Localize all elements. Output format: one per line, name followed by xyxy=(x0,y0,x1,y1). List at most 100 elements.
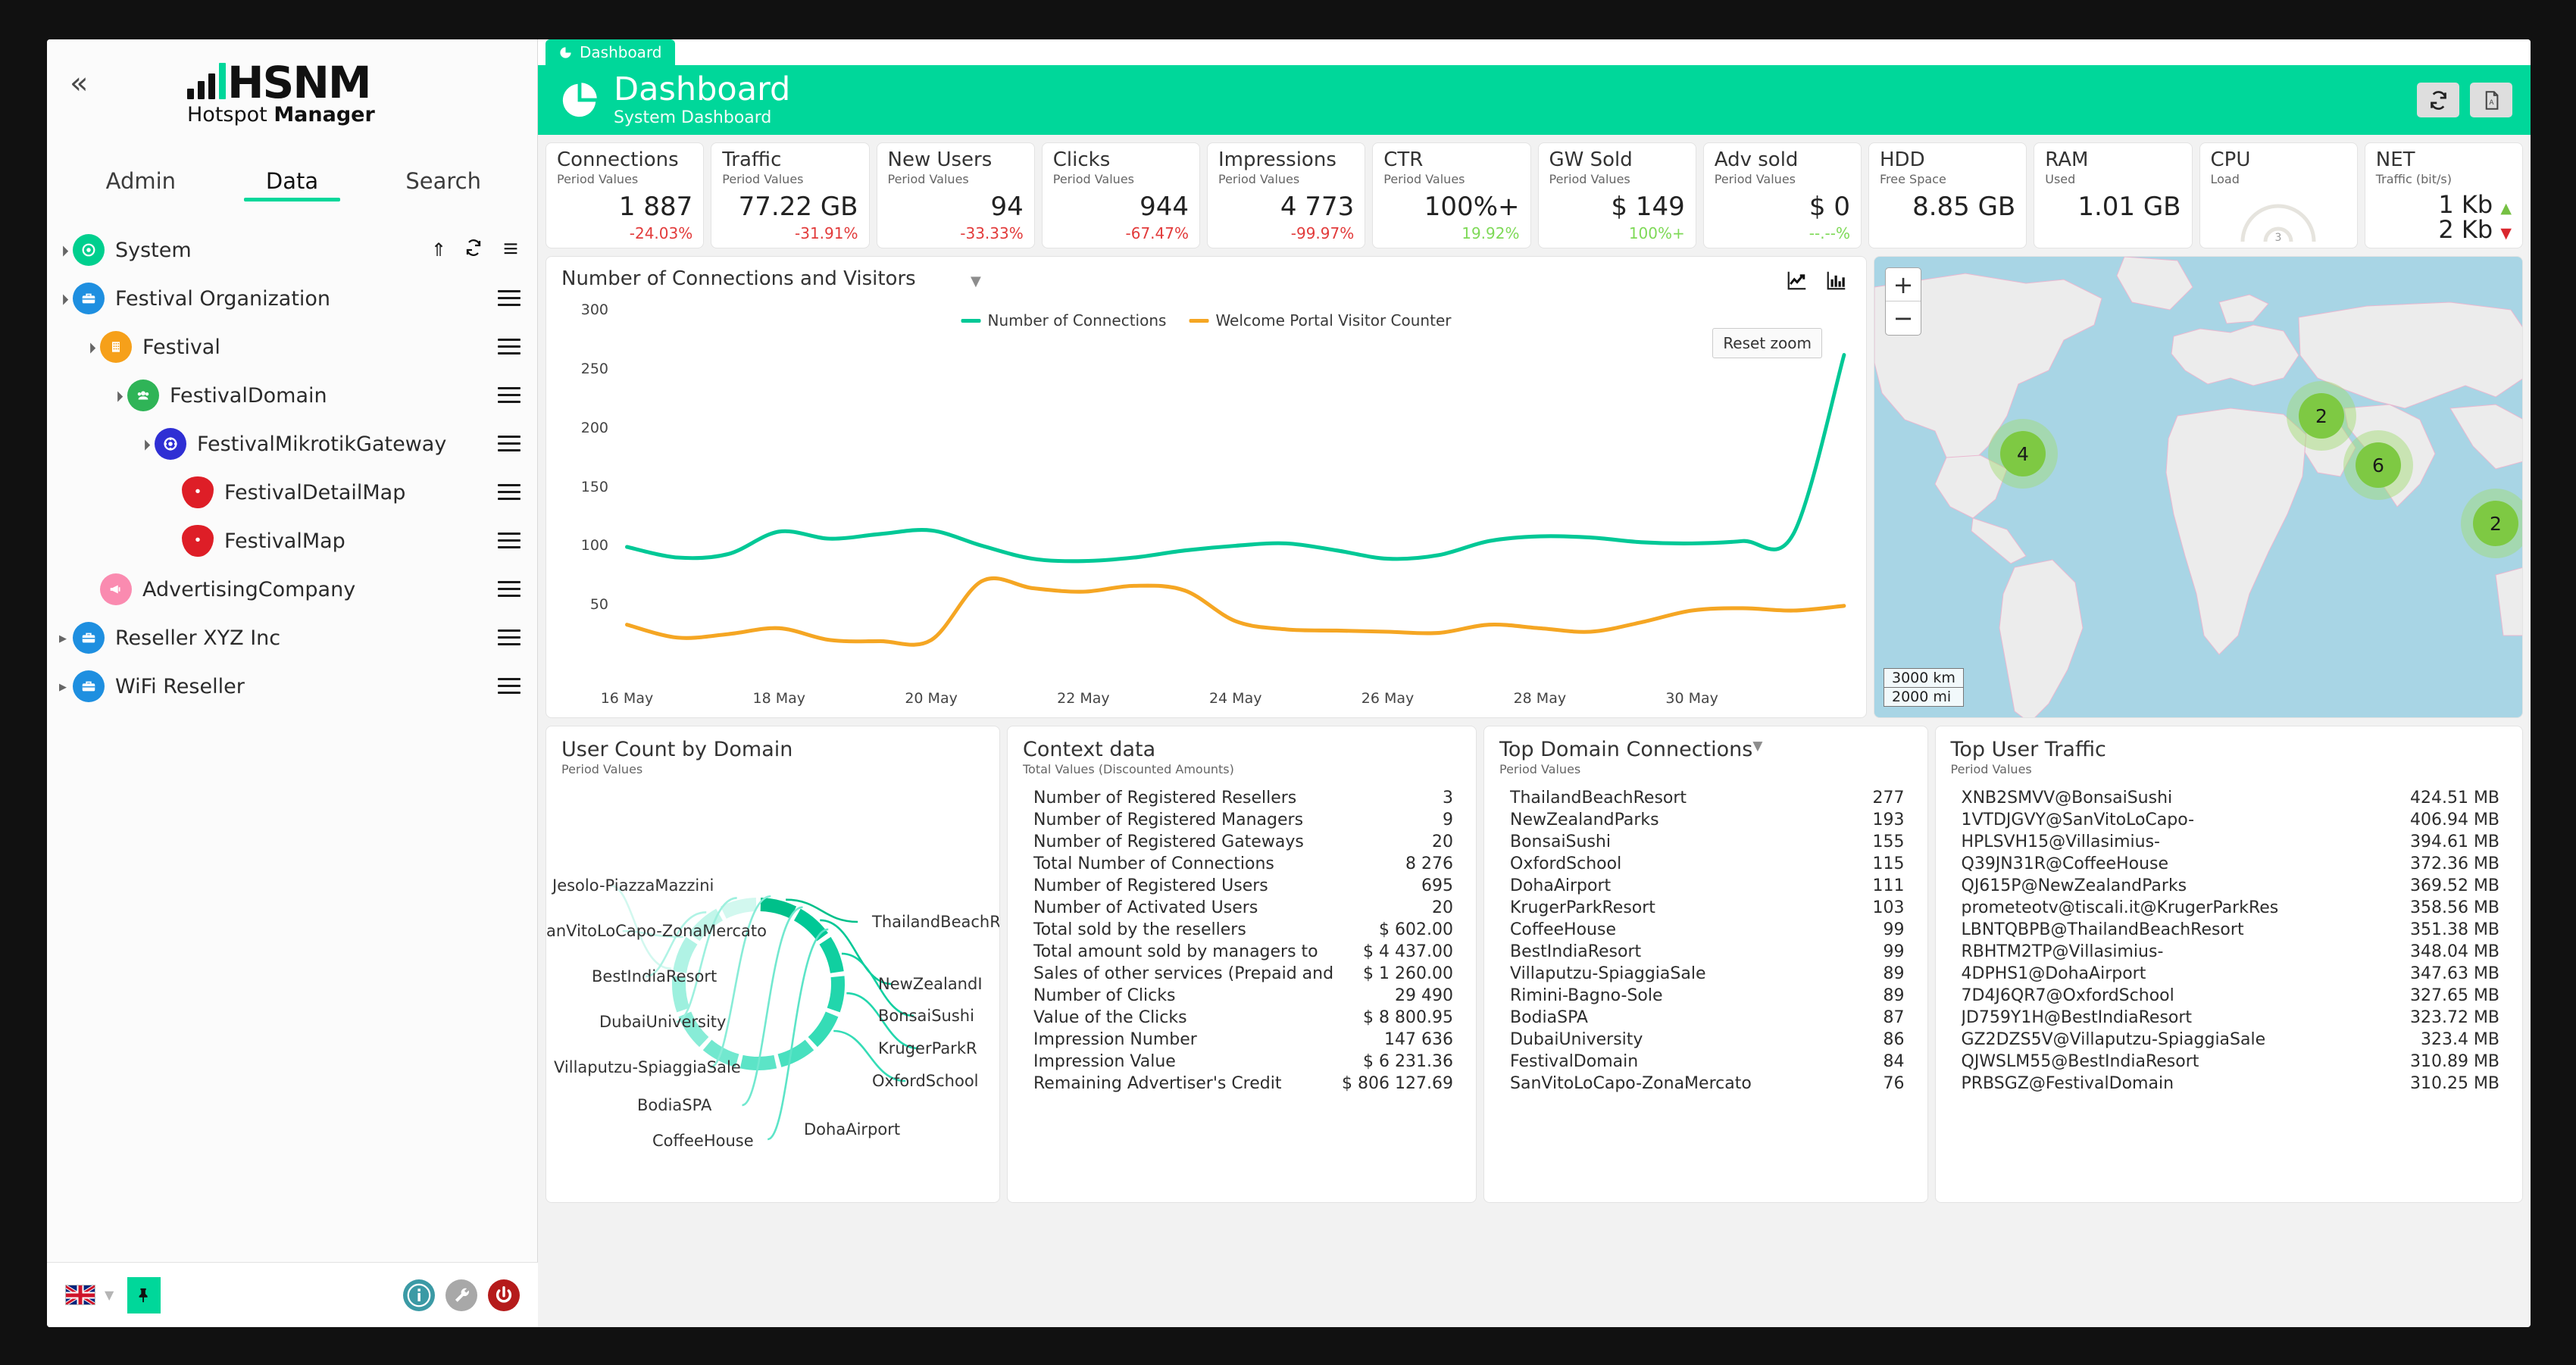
tree-node-menu-icon[interactable] xyxy=(498,629,521,646)
top-user-row[interactable]: XNB2SMVV@BonsaiSushi424.51 MB xyxy=(1951,787,2508,809)
expand-caret-icon[interactable] xyxy=(53,243,73,257)
collapse-all-icon[interactable]: ⇑ xyxy=(431,239,446,261)
tree-node-festivalmikrotikgateway[interactable]: FestivalMikrotikGateway xyxy=(47,420,537,468)
context-data-row[interactable]: Number of Activated Users20 xyxy=(1023,897,1461,919)
kpi-card-new-users[interactable]: New UsersPeriod Values94-33.33% xyxy=(877,142,1035,248)
map-cluster-marker[interactable]: 6 xyxy=(2356,442,2401,488)
tree-menu-icon[interactable] xyxy=(501,239,521,261)
panel-dropdown-caret-icon[interactable]: ▼ xyxy=(1752,739,1762,754)
tree-node-festivaldetailmap[interactable]: FestivalDetailMap xyxy=(47,468,537,517)
tree-node-festivaldomain[interactable]: FestivalDomain xyxy=(47,371,537,420)
expand-caret-icon[interactable] xyxy=(53,679,73,693)
tree-node-menu-icon[interactable] xyxy=(498,387,521,404)
kpi-card-net[interactable]: NETTraffic (bit/s)1 Kb ▲2 Kb ▼ xyxy=(2365,142,2523,248)
context-data-row[interactable]: Total amount sold by managers to$ 4 437.… xyxy=(1023,941,1461,963)
refresh-button[interactable] xyxy=(2417,83,2459,117)
world-map-card[interactable]: + − 42624 3000 km 2000 mi xyxy=(1874,256,2523,718)
top-user-row[interactable]: QJ615P@NewZealandParks369.52 MB xyxy=(1951,875,2508,897)
context-data-row[interactable]: Number of Clicks29 490 xyxy=(1023,985,1461,1007)
context-data-row[interactable]: Remaining Advertiser's Credit$ 806 127.6… xyxy=(1023,1073,1461,1095)
refresh-tree-icon[interactable] xyxy=(464,239,483,261)
top-domain-row[interactable]: SanVitoLoCapo-ZonaMercato76 xyxy=(1499,1073,1912,1095)
expand-caret-icon[interactable] xyxy=(53,292,73,305)
top-domain-row[interactable]: DohaAirport111 xyxy=(1499,875,1912,897)
info-button[interactable] xyxy=(403,1279,435,1311)
tree-node-menu-icon[interactable] xyxy=(498,484,521,501)
tree-node-festival[interactable]: Festival xyxy=(47,323,537,371)
tab-data[interactable]: Data xyxy=(217,168,368,201)
expand-caret-icon[interactable] xyxy=(108,389,127,402)
collapse-sidebar-icon[interactable]: « xyxy=(70,68,88,98)
expand-caret-icon[interactable] xyxy=(135,437,155,451)
tree-node-menu-icon[interactable] xyxy=(498,339,521,355)
top-user-row[interactable]: LBNTQBPB@ThailandBeachResort351.38 MB xyxy=(1951,919,2508,941)
page-tab-dashboard[interactable]: Dashboard xyxy=(546,39,675,65)
top-domain-row[interactable]: NewZealandParks193 xyxy=(1499,809,1912,831)
tree-node-festival-organization[interactable]: Festival Organization xyxy=(47,274,537,323)
context-data-row[interactable]: Number of Registered Resellers3 xyxy=(1023,787,1461,809)
top-user-row[interactable]: JD759Y1H@BestIndiaResort323.72 MB xyxy=(1951,1007,2508,1029)
context-data-row[interactable]: Number of Registered Managers9 xyxy=(1023,809,1461,831)
export-pdf-button[interactable]: A xyxy=(2470,83,2512,117)
top-domain-row[interactable]: OxfordSchool115 xyxy=(1499,853,1912,875)
top-user-row[interactable]: Q39JN31R@CoffeeHouse372.36 MB xyxy=(1951,853,2508,875)
top-domain-row[interactable]: BonsaiSushi155 xyxy=(1499,831,1912,853)
context-data-row[interactable]: Number of Registered Users695 xyxy=(1023,875,1461,897)
chart-plot-area[interactable]: 5010015020025030016 May18 May20 May22 Ma… xyxy=(546,287,1866,717)
map-cluster-marker[interactable]: 4 xyxy=(2000,431,2046,476)
context-data-row[interactable]: Sales of other services (Prepaid and$ 1 … xyxy=(1023,963,1461,985)
tree-node-advertisingcompany[interactable]: AdvertisingCompany xyxy=(47,565,537,614)
top-user-row[interactable]: RBHTM2TP@Villasimius-348.04 MB xyxy=(1951,941,2508,963)
tree-node-wifi-reseller[interactable]: WiFi Reseller xyxy=(47,662,537,711)
settings-button[interactable] xyxy=(445,1279,477,1311)
pin-sidebar-button[interactable] xyxy=(127,1277,161,1313)
context-data-row[interactable]: Impression Value$ 6 231.36 xyxy=(1023,1051,1461,1073)
kpi-card-ctr[interactable]: CTRPeriod Values100%+19.92% xyxy=(1372,142,1530,248)
kpi-card-impressions[interactable]: ImpressionsPeriod Values4 773-99.97% xyxy=(1207,142,1365,248)
top-domain-row[interactable]: BestIndiaResort99 xyxy=(1499,941,1912,963)
top-domain-row[interactable]: Villaputzu-SpiaggiaSale89 xyxy=(1499,963,1912,985)
top-domain-row[interactable]: KrugerParkResort103 xyxy=(1499,897,1912,919)
tree-node-menu-icon[interactable] xyxy=(498,436,521,452)
context-data-row[interactable]: Total Number of Connections8 276 xyxy=(1023,853,1461,875)
top-user-row[interactable]: PRBSGZ@FestivalDomain310.25 MB xyxy=(1951,1073,2508,1095)
top-user-row[interactable]: prometeotv@tiscali.it@KrugerParkRes358.5… xyxy=(1951,897,2508,919)
context-data-row[interactable]: Number of Registered Gateways20 xyxy=(1023,831,1461,853)
tree-node-menu-icon[interactable] xyxy=(498,678,521,695)
context-data-row[interactable]: Impression Number147 636 xyxy=(1023,1029,1461,1051)
map-zoom-out-button[interactable]: − xyxy=(1886,301,1921,335)
tree-node-system[interactable]: System ⇑ xyxy=(47,226,537,274)
top-user-row[interactable]: HPLSVH15@Villasimius-394.61 MB xyxy=(1951,831,2508,853)
top-domain-row[interactable]: FestivalDomain84 xyxy=(1499,1051,1912,1073)
map-cluster-marker[interactable]: 2 xyxy=(2299,393,2344,439)
kpi-card-hdd[interactable]: HDDFree Space8.85 GB xyxy=(1868,142,2027,248)
language-dropdown-caret-icon[interactable]: ▼ xyxy=(105,1288,114,1302)
tree-node-reseller-xyz-inc[interactable]: Reseller XYZ Inc xyxy=(47,614,537,662)
top-user-row[interactable]: QJWSLM55@BestIndiaResort310.89 MB xyxy=(1951,1051,2508,1073)
top-domain-row[interactable]: CoffeeHouse99 xyxy=(1499,919,1912,941)
kpi-card-adv-sold[interactable]: Adv soldPeriod Values$ 0--.--% xyxy=(1703,142,1862,248)
kpi-card-cpu[interactable]: CPULoad3 xyxy=(2199,142,2358,248)
map-zoom-in-button[interactable]: + xyxy=(1886,268,1921,301)
kpi-card-gw-sold[interactable]: GW SoldPeriod Values$ 149100%+ xyxy=(1538,142,1696,248)
top-user-row[interactable]: 1VTDJGVY@SanVitoLoCapo-406.94 MB xyxy=(1951,809,2508,831)
tree-node-menu-icon[interactable] xyxy=(498,290,521,307)
top-user-row[interactable]: 7D4J6QR7@OxfordSchool327.65 MB xyxy=(1951,985,2508,1007)
tree-node-menu-icon[interactable] xyxy=(498,581,521,598)
expand-caret-icon[interactable] xyxy=(53,631,73,645)
top-domain-row[interactable]: Rimini-Bagno-Sole89 xyxy=(1499,985,1912,1007)
donut-chart[interactable]: Jesolo-PiazzaMazzinianVitoLoCapo-ZonaMer… xyxy=(546,795,999,1195)
expand-caret-icon[interactable] xyxy=(80,340,100,354)
top-user-row[interactable]: 4DPHS1@DohaAirport347.63 MB xyxy=(1951,963,2508,985)
tab-search[interactable]: Search xyxy=(367,168,519,201)
kpi-card-ram[interactable]: RAMUsed1.01 GB xyxy=(2034,142,2192,248)
top-domain-row[interactable]: BodiaSPA87 xyxy=(1499,1007,1912,1029)
map-cluster-marker[interactable]: 2 xyxy=(2473,501,2518,546)
context-data-row[interactable]: Total sold by the resellers$ 602.00 xyxy=(1023,919,1461,941)
top-domain-row[interactable]: DubaiUniversity86 xyxy=(1499,1029,1912,1051)
power-button[interactable] xyxy=(488,1279,520,1311)
top-domain-row[interactable]: ThailandBeachResort277 xyxy=(1499,787,1912,809)
tree-node-festivalmap[interactable]: FestivalMap xyxy=(47,517,537,565)
kpi-card-connections[interactable]: ConnectionsPeriod Values1 887-24.03% xyxy=(546,142,704,248)
kpi-card-traffic[interactable]: TrafficPeriod Values77.22 GB-31.91% xyxy=(711,142,869,248)
